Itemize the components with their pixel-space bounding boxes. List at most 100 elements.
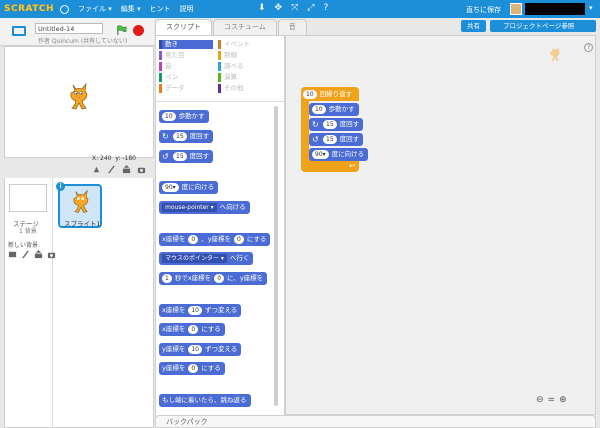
tab-scripts[interactable]: スクリプト <box>155 19 212 35</box>
rotate-right-icon: ↻ <box>162 131 169 141</box>
menu-bar: SCRATCH ファイル ▾ 編集 ▾ ヒント 説明 ⬇ ✥ ⤧ ⤢ ? 直ちに… <box>0 0 600 18</box>
language-globe-icon[interactable] <box>60 4 69 14</box>
repeat-block-header: 10 回繰り返す <box>303 89 352 100</box>
stage-coordinates: X: 240 y: -180 <box>92 155 136 162</box>
block-turn-left[interactable]: ↺ 15 度回す <box>159 150 214 163</box>
paint-sprite-icon[interactable] <box>107 165 116 174</box>
sprite-thumbnail[interactable]: i スプライト1 <box>56 182 102 228</box>
editor-tabs: スクリプト コスチューム 音 <box>155 19 308 35</box>
upload-backdrop-icon[interactable] <box>34 250 43 259</box>
script-area[interactable]: ? 10 回繰り返す ↩ 10 歩動かす ↻ 15 度回す ↺ 15 度回す 90▾ 度に向け… <box>285 35 596 415</box>
block-point-in-direction[interactable]: 90▾ 度に向ける <box>159 181 219 194</box>
help-tool-icon[interactable]: ? <box>324 3 329 13</box>
shrink-tool-icon[interactable]: ⤢ <box>307 3 314 13</box>
block-turn-right[interactable]: ↻ 15 度回す <box>159 130 214 143</box>
user-menu-caret-icon[interactable]: ▾ <box>589 4 593 12</box>
scratch-logo[interactable]: SCRATCH <box>4 4 54 14</box>
sprite-list-panel: ステージ 1 背景 新しい背景: i スプライト1 <box>4 178 154 428</box>
block-glide[interactable]: 1 秒でx座標を 0 に、y座標を <box>159 272 268 285</box>
block-change-x[interactable]: x座標を 10 ずつ変える <box>159 304 242 317</box>
share-button[interactable]: 共有 <box>461 20 486 32</box>
zoom-out-icon[interactable]: ⊖ <box>536 395 544 405</box>
category-pen[interactable]: ペン <box>159 73 178 82</box>
cat-sprite[interactable] <box>67 81 91 113</box>
palette-scrollbar[interactable] <box>274 106 278 406</box>
block-move-steps[interactable]: 10 歩動かす <box>159 110 209 123</box>
stop-icon[interactable] <box>133 25 144 36</box>
category-sensing[interactable]: 調べる <box>218 62 244 71</box>
save-now-link[interactable]: 直ちに保存 <box>466 5 501 15</box>
category-looks[interactable]: 見た目 <box>159 51 185 60</box>
sprite-info-icon[interactable]: i <box>56 182 65 191</box>
category-operators[interactable]: 演算 <box>218 73 237 82</box>
backpack-panel[interactable]: バックパック <box>155 415 596 428</box>
loop-arrow-icon: ↩ <box>349 162 355 170</box>
green-flag-icon[interactable] <box>116 25 127 36</box>
block-point-towards[interactable]: mouse-pointer ▾ へ向ける <box>159 201 250 214</box>
sprite-toolbar <box>4 165 154 177</box>
sprite-name-label: スプライト1 <box>64 220 101 228</box>
help-icon[interactable]: ? <box>584 43 593 52</box>
new-sprite-tools <box>92 165 146 174</box>
category-events[interactable]: イベント <box>218 40 250 49</box>
delete-tool-icon[interactable]: ✥ <box>275 3 283 13</box>
tab-sounds[interactable]: 音 <box>277 19 307 35</box>
category-motion[interactable]: 動き <box>159 40 213 49</box>
script-move-steps[interactable]: 10 歩動かす <box>309 103 359 116</box>
script-turn-left[interactable]: ↺ 15 度回す <box>309 133 364 146</box>
backdrop-count: 1 背景 <box>19 228 37 235</box>
see-project-page-button[interactable]: プロジェクトページ参照 <box>490 20 596 32</box>
menu-tips[interactable]: ヒント <box>150 4 171 14</box>
stage-x-readout: X: 240 <box>92 155 112 162</box>
camera-sprite-icon[interactable] <box>137 165 146 174</box>
backdrop-library-icon[interactable] <box>8 250 17 259</box>
cursor-tools: ⬇ ✥ ⤧ ⤢ ? <box>258 3 328 13</box>
duplicate-tool-icon[interactable]: ⬇ <box>258 3 266 13</box>
fullscreen-icon[interactable] <box>12 26 26 36</box>
stage-header: 作者 Quincum (共有していない) <box>0 18 154 46</box>
block-palette: 動き 見た目 音 ペン データ イベント 制御 調べる 演算 その他 10 歩動か… <box>155 35 286 428</box>
script-point-direction[interactable]: 90▾ 度に向ける <box>309 148 369 161</box>
category-sound[interactable]: 音 <box>159 62 172 71</box>
block-change-y[interactable]: y座標を 10 ずつ変える <box>159 343 242 356</box>
block-go-to[interactable]: マウスのポインター ▾ へ行く <box>159 252 254 265</box>
category-control[interactable]: 制御 <box>218 51 237 60</box>
category-more-blocks[interactable]: その他 <box>218 84 244 93</box>
paint-backdrop-icon[interactable] <box>21 250 30 259</box>
stage-y-readout: y: -180 <box>115 155 136 162</box>
zoom-controls: ⊖ = ⊕ <box>536 395 567 405</box>
block-set-x[interactable]: x座標を 0 にする <box>159 323 225 336</box>
camera-backdrop-icon[interactable] <box>47 250 56 259</box>
rotate-left-icon: ↺ <box>312 134 319 144</box>
category-data[interactable]: データ <box>159 84 185 93</box>
new-backdrop-label: 新しい背景: <box>8 242 41 249</box>
new-backdrop-tools <box>8 250 56 259</box>
menu-about[interactable]: 説明 <box>180 4 194 14</box>
zoom-in-icon[interactable]: ⊕ <box>559 395 567 405</box>
rotate-right-icon: ↻ <box>312 119 319 129</box>
scratch-editor: SCRATCH ファイル ▾ 編集 ▾ ヒント 説明 ⬇ ✥ ⤧ ⤢ ? 直ちに… <box>0 0 600 428</box>
project-title-input[interactable] <box>35 23 103 34</box>
sprite-library-icon[interactable] <box>92 165 101 174</box>
stage-canvas[interactable] <box>4 46 154 158</box>
block-bounce[interactable]: もし端に着いたら、跳ね返る <box>159 394 251 407</box>
zoom-reset-icon[interactable]: = <box>548 395 556 405</box>
grow-tool-icon[interactable]: ⤧ <box>291 3 298 13</box>
user-avatar[interactable] <box>510 3 522 15</box>
rotate-left-icon: ↺ <box>162 151 169 161</box>
project-author: 作者 Quincum (共有していない) <box>38 38 128 45</box>
category-selector: 動き 見た目 音 ペン データ イベント 制御 調べる 演算 その他 <box>156 36 286 102</box>
current-sprite-icon <box>550 46 560 61</box>
stage-column: ステージ 1 背景 新しい背景: <box>5 178 56 428</box>
block-go-to-xy[interactable]: x座標を 0 、y座標を 0 にする <box>159 233 271 246</box>
block-set-y[interactable]: y座標を 0 にする <box>159 362 225 375</box>
tab-costumes[interactable]: コスチューム <box>213 19 277 35</box>
stage-thumbnail[interactable] <box>9 184 47 212</box>
repeat-count[interactable]: 10 <box>303 90 317 99</box>
cat-sprite-thumbnail <box>73 189 89 213</box>
username-box[interactable] <box>525 3 585 15</box>
menu-edit[interactable]: 編集 ▾ <box>121 4 141 14</box>
upload-sprite-icon[interactable] <box>122 165 131 174</box>
script-turn-right[interactable]: ↻ 15 度回す <box>309 118 364 131</box>
menu-file[interactable]: ファイル ▾ <box>78 4 112 14</box>
